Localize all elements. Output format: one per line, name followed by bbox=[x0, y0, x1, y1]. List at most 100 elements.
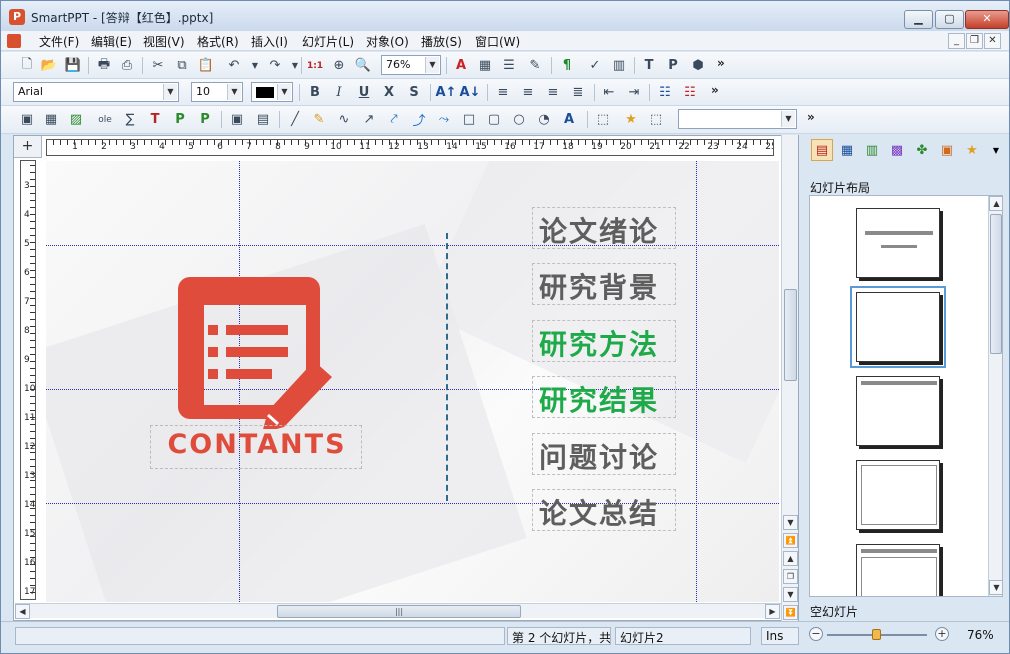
elbow-connector-icon[interactable]: ⤴ bbox=[409, 110, 429, 129]
toc-item-2[interactable]: 研究背景 bbox=[532, 263, 676, 305]
bold-button[interactable]: B bbox=[305, 83, 325, 102]
ruler-corner[interactable]: + bbox=[14, 136, 42, 158]
prev-slide-icon[interactable]: ▲ bbox=[783, 551, 798, 566]
star-icon[interactable]: ★ bbox=[621, 110, 641, 129]
chevron-down-icon[interactable]: ▼ bbox=[227, 84, 241, 100]
text-style-icon[interactable]: A bbox=[451, 56, 471, 75]
rounded-rect-icon[interactable]: ▢ bbox=[484, 110, 504, 129]
effects-tab-icon[interactable]: ★ bbox=[961, 139, 983, 161]
slide-design-tab-icon[interactable]: ▦ bbox=[836, 139, 858, 161]
zoom-icon[interactable]: 🔍 bbox=[353, 56, 373, 75]
contants-textbox[interactable]: CONTANTS bbox=[150, 425, 362, 469]
numbered-list-icon[interactable]: ☷ bbox=[680, 83, 700, 102]
chevron-down-icon[interactable]: ▼ bbox=[781, 111, 795, 127]
wordart-icon[interactable]: A bbox=[559, 110, 579, 129]
format-painter-icon[interactable]: ▦ bbox=[475, 56, 495, 75]
toc-item-4[interactable]: 研究结果 bbox=[532, 376, 676, 418]
font-name-combo[interactable]: Arial ▼ bbox=[13, 82, 179, 102]
underline-button[interactable]: U bbox=[354, 83, 374, 102]
slide-view-icon[interactable]: ❐ bbox=[783, 569, 798, 584]
font-shrink-icon[interactable]: A↓ bbox=[460, 83, 481, 102]
menu-play[interactable]: 播放(S) bbox=[421, 33, 462, 50]
menu-insert[interactable]: 插入(I) bbox=[251, 33, 288, 50]
color-scheme-tab-icon[interactable]: ▥ bbox=[861, 139, 883, 161]
template-p-icon[interactable]: P bbox=[663, 56, 683, 75]
formula-icon[interactable]: ∑ bbox=[120, 110, 140, 129]
scroll-thumb[interactable] bbox=[990, 214, 1002, 354]
layout-list-scrollbar[interactable]: ▲ ▼ bbox=[988, 196, 1002, 596]
redo-dropdown-icon[interactable]: ▼ bbox=[285, 56, 305, 75]
print-icon[interactable]: 🖶 bbox=[94, 56, 114, 75]
scroll-right-icon[interactable]: ▶ bbox=[765, 604, 780, 619]
align-center-icon[interactable]: ≡ bbox=[518, 83, 538, 102]
redo-icon[interactable]: ↷ bbox=[265, 56, 285, 75]
spellcheck-icon[interactable]: ✓ bbox=[585, 56, 605, 75]
layout-list[interactable]: ▲ ▼ bbox=[809, 195, 1003, 597]
dashed-divider[interactable] bbox=[446, 233, 448, 501]
layout-blank-slide[interactable] bbox=[850, 286, 946, 368]
indent-decrease-icon[interactable]: ⇤ bbox=[599, 83, 619, 102]
scroll-thumb[interactable] bbox=[784, 289, 797, 381]
status-insert-mode[interactable]: Ins bbox=[761, 627, 799, 645]
background-tab-icon[interactable]: ▩ bbox=[886, 139, 908, 161]
ole-object-icon[interactable]: ole bbox=[95, 110, 115, 129]
placeholder-b-icon[interactable]: P bbox=[195, 110, 215, 129]
menu-format[interactable]: 格式(R) bbox=[197, 33, 239, 50]
placeholder-p-icon[interactable]: P bbox=[170, 110, 190, 129]
font-color-combo[interactable]: ▼ bbox=[251, 82, 293, 102]
group-icon[interactable]: ⬚ bbox=[593, 110, 613, 129]
template-t-icon[interactable]: T bbox=[639, 56, 659, 75]
chart-frame-icon[interactable]: ▤ bbox=[253, 110, 273, 129]
guide-line[interactable] bbox=[696, 161, 697, 602]
editor-vertical-scrollbar[interactable]: ▼ ⏫ ▲ ❐ ▼ ⏬ bbox=[781, 135, 798, 621]
zoom-out-button[interactable]: − bbox=[809, 627, 823, 641]
brush-icon[interactable]: ✎ bbox=[525, 56, 545, 75]
pdf-export-icon[interactable]: ⎙ bbox=[117, 56, 137, 75]
animation-tab-icon[interactable]: ✤ bbox=[911, 139, 933, 161]
menu-view[interactable]: 视图(V) bbox=[143, 33, 185, 50]
rectangle-icon[interactable]: □ bbox=[459, 110, 479, 129]
menu-slide[interactable]: 幻灯片(L) bbox=[302, 33, 354, 50]
new-file-icon[interactable]: 🗋 bbox=[17, 56, 37, 75]
toolbar-more-icon[interactable]: » bbox=[717, 56, 725, 70]
archive-icon[interactable]: ⬢ bbox=[688, 56, 708, 75]
list-icon[interactable]: ☰ bbox=[499, 56, 519, 75]
close-button[interactable]: ✕ bbox=[965, 10, 1009, 29]
shadow-button[interactable]: S bbox=[404, 83, 424, 102]
text-frame-icon[interactable]: ▣ bbox=[17, 110, 37, 129]
toc-item-5[interactable]: 问题讨论 bbox=[532, 433, 676, 475]
freehand-icon[interactable]: ✎ bbox=[309, 110, 329, 129]
font-grow-icon[interactable]: A↑ bbox=[436, 83, 457, 102]
first-slide-icon[interactable]: ⏫ bbox=[783, 533, 798, 548]
layout-title-slide[interactable] bbox=[856, 208, 940, 278]
scroll-up-icon[interactable]: ▲ bbox=[989, 196, 1002, 211]
font-size-combo[interactable]: 10 ▼ bbox=[191, 82, 243, 102]
curved-connector-icon[interactable]: ⤳ bbox=[434, 110, 454, 129]
slide-canvas[interactable]: CONTANTS 论文绪论 研究背景 研究方法 研究结果 问题讨论 论文总结 bbox=[46, 161, 779, 602]
vertical-ruler[interactable]: 3 4 5 6 7 8 9 10 11 12 13 14 15 16 17 bbox=[20, 160, 36, 600]
scroll-down-icon[interactable]: ▼ bbox=[783, 515, 798, 530]
horizontal-ruler[interactable]: 1 2 3 4 5 6 7 8 9 10 11 12 13 14 15 16 17 18 19 20 21 22 23 24 2… bbox=[46, 139, 774, 156]
line-icon[interactable]: ╱ bbox=[285, 110, 305, 129]
align-left-icon[interactable]: ≡ bbox=[493, 83, 513, 102]
crop-icon[interactable]: ⬚ bbox=[646, 110, 666, 129]
connector-icon[interactable]: ⤤ bbox=[384, 110, 404, 129]
layout-title-content[interactable] bbox=[856, 544, 940, 596]
save-icon[interactable]: 💾 bbox=[63, 56, 83, 75]
doc-icon[interactable] bbox=[7, 34, 21, 48]
next-slide-icon[interactable]: ▼ bbox=[783, 587, 798, 602]
ellipse-icon[interactable]: ○ bbox=[509, 110, 529, 129]
minimize-button[interactable]: ▁ bbox=[904, 10, 933, 29]
editor-horizontal-scrollbar[interactable]: ◀ ||| ▶ bbox=[15, 603, 781, 619]
undo-dropdown-icon[interactable]: ▼ bbox=[245, 56, 265, 75]
table-icon[interactable]: ▦ bbox=[41, 110, 61, 129]
chart-tool-icon[interactable]: ▥ bbox=[609, 56, 629, 75]
slide-layout-tab-icon[interactable]: ▤ bbox=[811, 139, 833, 161]
shapes-icon[interactable]: ◔ bbox=[534, 110, 554, 129]
open-folder-icon[interactable]: 📂 bbox=[39, 56, 59, 75]
maximize-button[interactable]: ▢ bbox=[935, 10, 964, 29]
zoom-fit-icon[interactable]: ⊕ bbox=[329, 56, 349, 75]
doc-restore-button[interactable]: ❐ bbox=[966, 33, 983, 49]
toc-item-6[interactable]: 论文总结 bbox=[532, 489, 676, 531]
curve-icon[interactable]: ∿ bbox=[334, 110, 354, 129]
